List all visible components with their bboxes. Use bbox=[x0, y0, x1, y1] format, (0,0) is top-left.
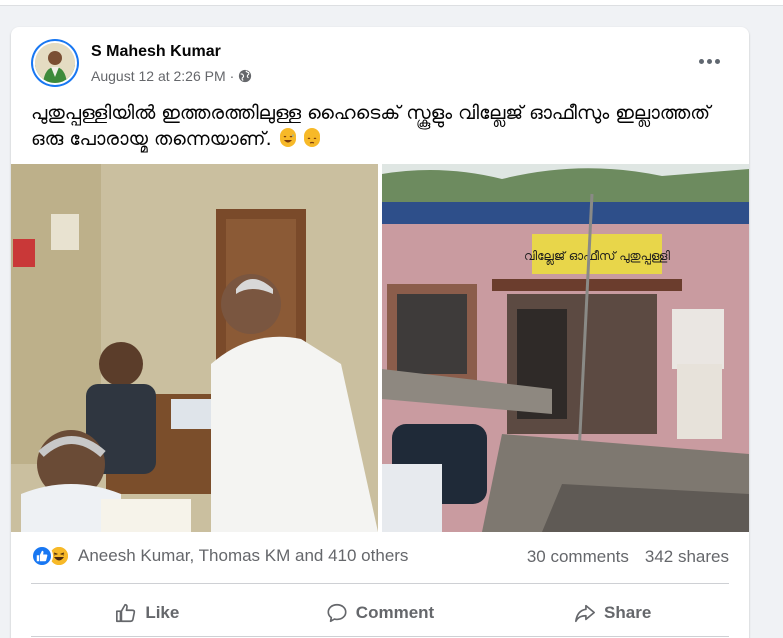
author-avatar[interactable] bbox=[31, 39, 79, 87]
post-actions: Like Comment Share bbox=[31, 590, 729, 636]
photo-right[interactable]: വില്ലേജ് ഓഫീസ് പുതുപ്പള്ളി bbox=[382, 164, 749, 532]
thumbs-up-icon bbox=[116, 603, 136, 623]
photo-left[interactable] bbox=[11, 164, 378, 532]
village-office-photo: വില്ലേജ് ഓഫീസ് പുതുപ്പള്ളി bbox=[382, 164, 749, 532]
like-label: Like bbox=[145, 603, 180, 622]
share-icon bbox=[575, 604, 596, 623]
grinning-sweat-emoji bbox=[279, 128, 296, 147]
reactions-summary[interactable]: Aneesh Kumar, Thomas KM and 410 others bbox=[31, 544, 408, 568]
reaction-names[interactable]: Aneesh Kumar, Thomas KM and 410 others bbox=[78, 546, 408, 566]
divider bbox=[31, 636, 729, 637]
like-icon bbox=[31, 545, 53, 567]
photo-grid: വില്ലേജ് ഓഫീസ് പുതുപ്പള്ളി bbox=[11, 164, 749, 532]
pensive-emoji bbox=[303, 128, 320, 147]
share-label: Share bbox=[604, 603, 652, 622]
comment-icon bbox=[327, 603, 347, 623]
meta-separator: · bbox=[229, 68, 235, 84]
comment-label: Comment bbox=[355, 603, 435, 622]
share-button[interactable]: Share bbox=[496, 590, 729, 636]
shares-count[interactable]: 342 shares bbox=[645, 547, 729, 567]
polling-booth-photo bbox=[11, 164, 378, 532]
avatar-portrait bbox=[35, 43, 75, 83]
author-name[interactable]: S Mahesh Kumar bbox=[91, 43, 221, 61]
office-sign-text: വില്ലേജ് ഓഫീസ് പുതുപ്പള്ളി bbox=[524, 249, 670, 265]
dot-icon bbox=[698, 58, 704, 64]
like-button[interactable]: Like bbox=[31, 590, 264, 636]
top-nav-strip bbox=[0, 0, 783, 6]
comments-count[interactable]: 30 comments bbox=[527, 547, 629, 567]
post-stats: 30 comments 342 shares bbox=[527, 547, 729, 567]
dot-icon bbox=[714, 58, 720, 64]
avatar-photo bbox=[35, 43, 75, 83]
dot-icon bbox=[706, 58, 712, 64]
more-options-button[interactable] bbox=[691, 49, 727, 73]
post-timestamp[interactable]: August 12 at 2:26 PM bbox=[91, 68, 226, 84]
post-card: S Mahesh Kumar August 12 at 2:26 PM · പു… bbox=[11, 27, 749, 638]
globe-icon[interactable] bbox=[238, 69, 252, 83]
comment-button[interactable]: Comment bbox=[264, 590, 497, 636]
post-meta: August 12 at 2:26 PM · bbox=[91, 68, 252, 84]
post-header: S Mahesh Kumar August 12 at 2:26 PM · bbox=[11, 27, 749, 93]
divider bbox=[31, 583, 729, 584]
post-body: പുതുപ്പള്ളിയിൽ ഇത്തരത്തിലുള്ള ഹൈടെക് സ്ക… bbox=[31, 100, 711, 152]
post-text: പുതുപ്പള്ളിയിൽ ഇത്തരത്തിലുള്ള ഹൈടെക് സ്ക… bbox=[31, 102, 711, 150]
